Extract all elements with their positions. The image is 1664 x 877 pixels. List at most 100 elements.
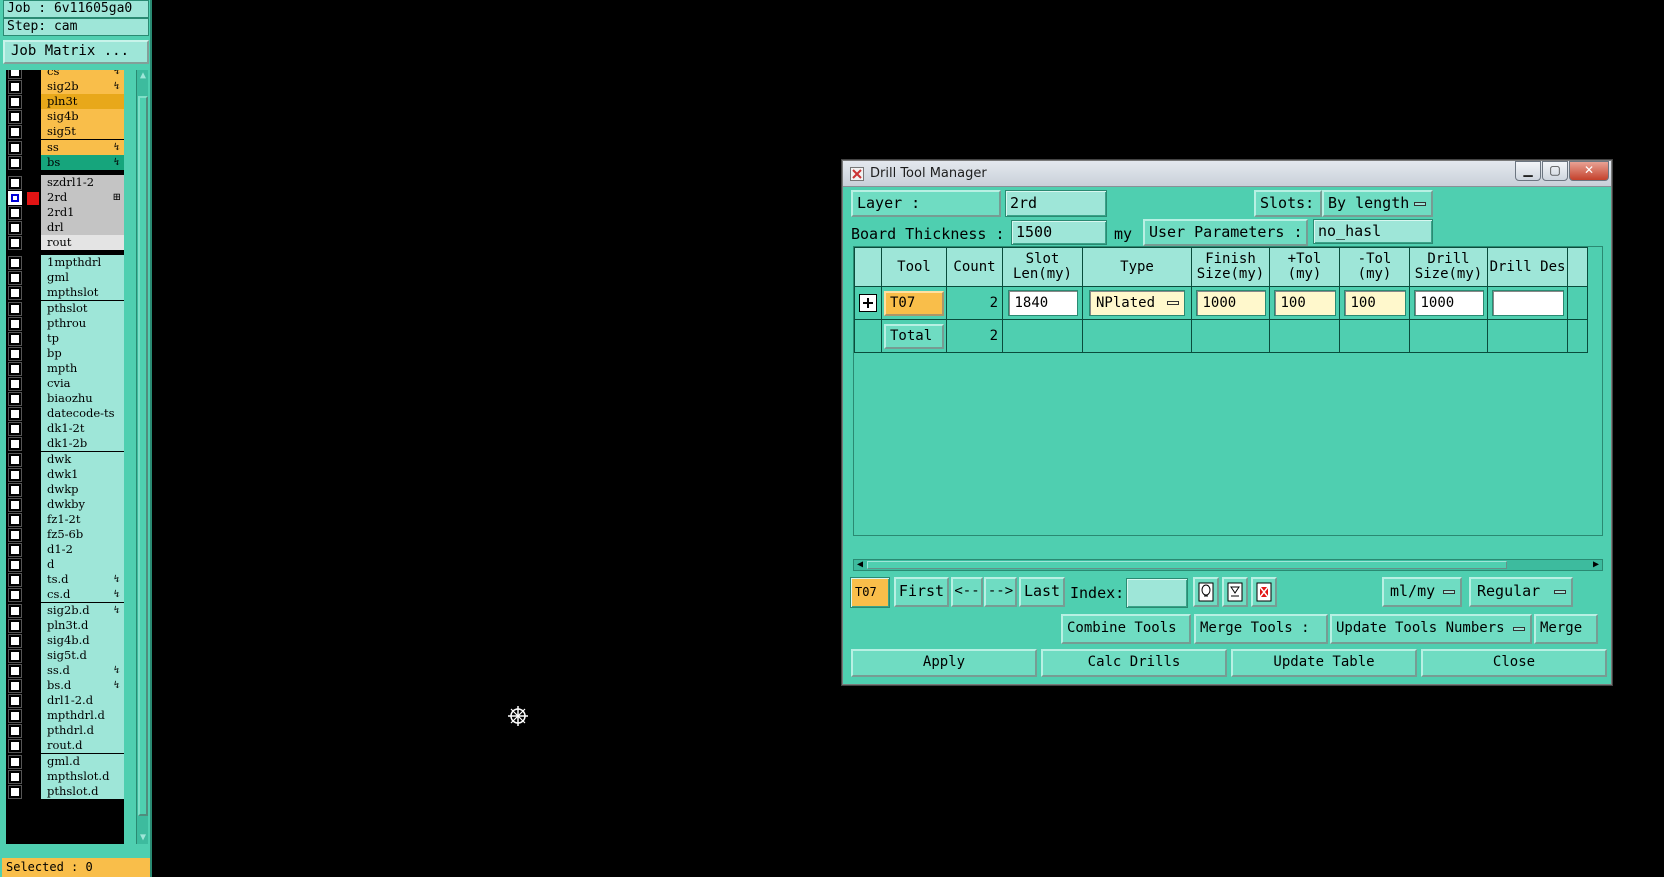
layer-row[interactable]: rout	[6, 235, 124, 251]
minimize-icon[interactable]: ▁	[1515, 161, 1541, 181]
tool-chip[interactable]: T07	[884, 290, 944, 316]
drill-des-input[interactable]	[1491, 290, 1564, 316]
drill-size-cell[interactable]: 1000	[1409, 286, 1488, 320]
layer-row[interactable]: dwk	[6, 451, 124, 468]
layer-row[interactable]: sig5t.d	[6, 647, 124, 664]
layer-name[interactable]: ss ↯	[41, 139, 124, 155]
layer-row[interactable]: pln3t	[6, 94, 124, 110]
expand-icon[interactable]	[859, 294, 877, 312]
maximize-icon[interactable]: ▢	[1542, 161, 1568, 181]
layer-name[interactable]: mpthslot.d	[41, 768, 124, 784]
layer-row[interactable]: mpth	[6, 360, 124, 377]
layer-name[interactable]: dk1-2b	[41, 436, 124, 452]
scrollbar-thumb[interactable]	[138, 96, 148, 816]
layer-checkbox[interactable]	[8, 205, 22, 220]
finish-size-input[interactable]: 1000	[1195, 290, 1266, 316]
layer-name[interactable]: sig2b ↯	[41, 79, 124, 95]
layer-name[interactable]: bs.d ↯	[41, 678, 124, 693]
layer-row[interactable]: sig5t	[6, 124, 124, 140]
layer-row[interactable]: gml	[6, 270, 124, 286]
layer-row[interactable]: cs.d ↯	[6, 587, 124, 603]
layer-name[interactable]: 2rd1	[41, 204, 124, 220]
slot-len-input[interactable]: 1840	[1007, 290, 1078, 316]
slots-dropdown[interactable]: By length	[1322, 190, 1433, 217]
minus-tol-cell[interactable]: 100	[1339, 286, 1410, 320]
layer-checkbox[interactable]	[8, 754, 22, 769]
layer-row[interactable]: 1mpthdrl	[6, 255, 124, 271]
layer-row[interactable]: ss ↯	[6, 139, 124, 156]
layer-name[interactable]: drl1-2.d	[41, 693, 124, 709]
layer-row[interactable]: mpthdrl.d	[6, 708, 124, 724]
layer-row[interactable]: fz1-2t	[6, 511, 124, 528]
layer-name[interactable]: pln3t.d	[41, 617, 124, 633]
delete-tool-icon-button[interactable]	[1251, 577, 1277, 607]
layer-row[interactable]: sig2b.d ↯	[6, 602, 124, 619]
layer-checkbox[interactable]	[8, 316, 22, 331]
type-dropdown[interactable]: NPlated	[1089, 290, 1185, 316]
layer-checkbox[interactable]	[8, 618, 22, 633]
layer-field[interactable]: 2rd	[1005, 190, 1107, 217]
layer-checkbox[interactable]	[8, 648, 22, 663]
layer-row[interactable]: pln3t.d	[6, 617, 124, 634]
layer-row[interactable]: dwkp	[6, 481, 124, 498]
layer-name[interactable]: dwk1	[41, 466, 124, 482]
layer-name[interactable]: pln3t	[41, 94, 124, 110]
update-tools-numbers-dropdown[interactable]: Update Tools Numbers	[1330, 614, 1532, 644]
layer-row[interactable]: rout.d	[6, 738, 124, 754]
layer-name[interactable]: mpthslot	[41, 285, 124, 301]
hscroll-thumb[interactable]	[867, 561, 1507, 569]
layer-name[interactable]: dk1-2t	[41, 421, 124, 437]
layer-list-scrollbar[interactable]: ▲ ▼	[136, 70, 148, 844]
layer-name[interactable]: 2rd ⊞	[41, 189, 124, 205]
layer-checkbox[interactable]	[8, 784, 22, 799]
slot-len-cell[interactable]: 1840	[1002, 286, 1083, 320]
index-field[interactable]	[1126, 578, 1188, 608]
layer-name[interactable]: rout	[41, 235, 124, 251]
layer-checkbox[interactable]	[8, 331, 22, 346]
layer-name[interactable]: sig4b	[41, 109, 124, 125]
drill-size-input[interactable]: 1000	[1413, 290, 1484, 316]
table-hscrollbar[interactable]: ◀ ▶	[853, 559, 1603, 571]
layer-name[interactable]: cvia	[41, 376, 124, 391]
layer-checkbox[interactable]	[8, 190, 22, 205]
layer-row[interactable]: dwk1	[6, 466, 124, 483]
layer-name[interactable]: ss.d ↯	[41, 662, 124, 678]
layer-row[interactable]: 2rd1	[6, 204, 124, 221]
layer-row[interactable]: bp	[6, 345, 124, 362]
layer-row[interactable]: 2rd ⊞	[6, 189, 124, 206]
layer-checkbox[interactable]	[8, 422, 22, 437]
layer-row[interactable]: cvia	[6, 376, 124, 392]
layer-name[interactable]: mpthdrl.d	[41, 708, 124, 724]
layer-name[interactable]: ts.d ↯	[41, 572, 124, 588]
layer-checkbox[interactable]	[8, 482, 22, 497]
layer-row[interactable]: d1-2	[6, 542, 124, 558]
layer-row[interactable]: dk1-2t	[6, 421, 124, 437]
layer-name[interactable]: pthslot	[41, 300, 124, 316]
layer-checkbox[interactable]	[8, 407, 22, 422]
layer-checkbox[interactable]	[8, 769, 22, 784]
layer-checkbox[interactable]	[8, 739, 22, 754]
lightbulb-icon-button[interactable]	[1193, 577, 1219, 607]
layer-checkbox[interactable]	[8, 221, 22, 235]
layer-name[interactable]: fz5-6b	[41, 527, 124, 542]
layer-checkbox[interactable]	[8, 633, 22, 648]
layer-row[interactable]: szdrl1-2	[6, 174, 124, 191]
layer-row[interactable]: mpthslot.d	[6, 768, 124, 785]
layer-name[interactable]: fz1-2t	[41, 511, 124, 527]
scroll-right-icon[interactable]: ▶	[1590, 559, 1602, 571]
layer-checkbox[interactable]	[8, 467, 22, 482]
layer-checkbox[interactable]	[8, 588, 22, 603]
layer-name[interactable]: d	[41, 557, 124, 573]
layer-checkbox[interactable]	[8, 256, 22, 271]
layer-name[interactable]: rout.d	[41, 738, 124, 754]
close-button[interactable]: Close	[1421, 649, 1607, 677]
layer-name[interactable]: bs ↯	[41, 154, 124, 170]
layer-checkbox[interactable]	[8, 437, 22, 452]
layer-checkbox[interactable]	[8, 603, 22, 618]
layer-row[interactable]: pthslot	[6, 300, 124, 317]
close-window-icon[interactable]: ✕	[1569, 161, 1609, 181]
layer-row[interactable]: drl1-2.d	[6, 693, 124, 709]
layer-row[interactable]: tp	[6, 330, 124, 347]
calc-drills-button[interactable]: Calc Drills	[1041, 649, 1227, 677]
layer-row[interactable]: sig2b ↯	[6, 79, 124, 95]
